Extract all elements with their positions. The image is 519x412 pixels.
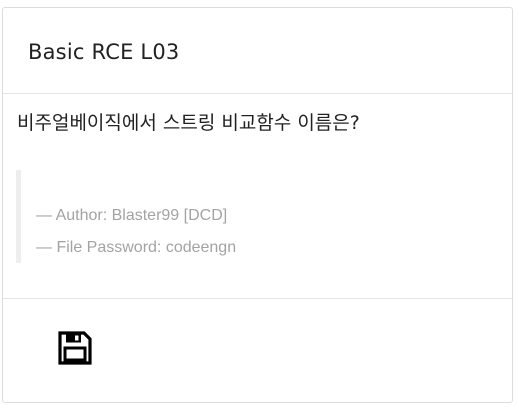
card-footer [3,299,512,402]
author-line: — Author: Blaster99 [DCD] [36,207,228,224]
card-header: Basic RCE L03 [3,8,512,94]
card-title: Basic RCE L03 [28,39,180,64]
challenge-card: Basic RCE L03 비주얼베이직에서 스트링 비교함수 이름은? — A… [2,7,513,403]
download-button[interactable] [55,328,95,368]
floppy-disk-icon [58,331,92,365]
blockquote: — Author: Blaster99 [DCD] — File Passwor… [16,170,456,263]
question-text: 비주얼베이직에서 스트링 비교함수 이름은? [17,112,360,134]
password-line: — File Password: codeengn [36,239,237,256]
card-body: 비주얼베이직에서 스트링 비교함수 이름은? — Author: Blaster… [3,94,512,299]
